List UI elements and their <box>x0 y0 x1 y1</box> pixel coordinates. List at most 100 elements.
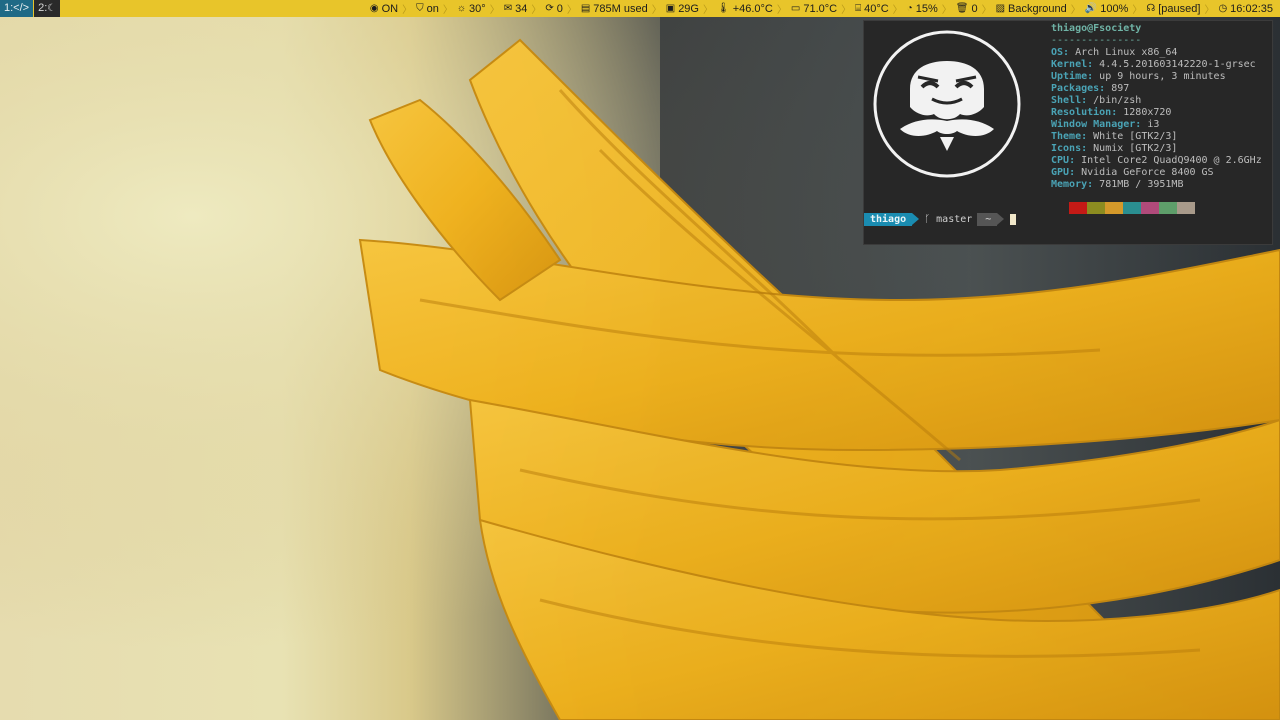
status-hdd-temp[interactable]: ⌸ 40°C <box>852 3 892 15</box>
separator: 〉 <box>1204 5 1215 16</box>
separator: 〉 <box>402 5 413 16</box>
headphones-icon: ☊ <box>1146 2 1156 14</box>
status-memory[interactable]: ▤ 785M used <box>578 3 651 15</box>
info-key: OS <box>1051 47 1064 58</box>
separator: 〉 <box>841 5 852 16</box>
palette-swatch <box>1087 202 1105 214</box>
info-row-os: OS: Arch Linux x86_64 <box>1051 47 1178 58</box>
background-label: Background <box>1008 2 1067 15</box>
separator: 〉 <box>442 5 453 16</box>
status-updates[interactable]: ⟳ 0 <box>542 3 566 15</box>
mail-count: 34 <box>515 2 528 15</box>
info-row-resolution: Resolution: 1280x720 <box>1051 107 1172 118</box>
separator: 〉 <box>981 5 992 16</box>
gpu-temp: 71.0°C <box>803 2 838 15</box>
image-icon: ▨ <box>995 2 1006 14</box>
terminal-window[interactable]: thiago@Fsociety --------------- OS: Arch… <box>863 20 1273 245</box>
palette-swatch <box>1105 202 1123 214</box>
info-key: Shell <box>1051 95 1082 106</box>
status-cpu-temp[interactable]: 🌡 +46.0°C <box>714 3 776 15</box>
updates-count: 0 <box>556 2 563 15</box>
clock-time: 16:02:35 <box>1230 2 1273 15</box>
separator: 〉 <box>1070 5 1081 16</box>
info-value: up 9 hours, 3 minutes <box>1099 71 1226 82</box>
info-row-shell: Shell: /bin/zsh <box>1051 95 1142 106</box>
palette-swatch <box>1159 202 1177 214</box>
separator: 〉 <box>531 5 542 16</box>
cpu-temp: +46.0°C <box>732 2 773 15</box>
workspace-switcher: 1:</> 2:☾ <box>0 0 61 17</box>
info-key: Memory <box>1051 179 1088 190</box>
palette-swatch <box>1069 202 1087 214</box>
status-disk[interactable]: ▣ 29G <box>663 3 702 15</box>
info-key: CPU <box>1051 155 1070 166</box>
info-key: Packages <box>1051 83 1100 94</box>
status-music[interactable]: ☊ [paused] <box>1143 3 1203 15</box>
info-value: /bin/zsh <box>1093 95 1142 106</box>
status-network[interactable]: ◉ ON <box>367 3 401 15</box>
workspace-2-button[interactable]: 2:☾ <box>34 0 61 17</box>
info-key: Resolution <box>1051 107 1112 118</box>
status-cpu-load[interactable]: ◔ 15% <box>904 3 941 15</box>
trash-count: 0 <box>971 2 978 15</box>
shell-prompt[interactable]: thiago ᚴ master ~ <box>864 213 1017 226</box>
status-background[interactable]: ▨ Background <box>993 3 1070 15</box>
memory-icon: ▤ <box>580 2 591 14</box>
system-info: thiago@Fsociety --------------- OS: Arch… <box>1051 23 1262 191</box>
status-gpu-temp[interactable]: ▭ 71.0°C <box>788 3 840 15</box>
separator: 〉 <box>566 5 577 16</box>
volume-level: 100% <box>1100 2 1129 15</box>
separator: 〉 <box>1132 5 1143 16</box>
status-brightness[interactable]: ☼ 30° <box>454 3 489 15</box>
hdd-icon: ⌸ <box>855 2 862 14</box>
info-row-theme: Theme: White [GTK2/3] <box>1051 131 1178 142</box>
status-volume[interactable]: 🔊 100% <box>1082 3 1132 15</box>
info-value: Nvidia GeForce 8400 GS <box>1081 167 1214 178</box>
music-state: [paused] <box>1158 2 1201 15</box>
info-row-uptime: Uptime: up 9 hours, 3 minutes <box>1051 71 1226 82</box>
clock-icon: ◷ <box>1218 2 1228 14</box>
network-state: ON <box>381 2 399 15</box>
trash-icon: 🗑 <box>955 2 969 14</box>
separator: 〉 <box>941 5 952 16</box>
color-palette <box>1069 202 1195 214</box>
info-value: i3 <box>1147 119 1160 130</box>
separator: 〉 <box>489 5 500 16</box>
thermometer-icon: 🌡 <box>716 2 730 14</box>
workspace-1-button[interactable]: 1:</> <box>0 0 34 17</box>
brightness-icon: ☼ <box>456 2 467 14</box>
info-value: 781MB / 3951MB <box>1099 179 1184 190</box>
separator: 〉 <box>651 5 662 16</box>
status-vpn[interactable]: ⛉ on <box>413 3 442 15</box>
separator: 〉 <box>892 5 903 16</box>
info-row-icons: Icons: Numix [GTK2/3] <box>1051 143 1178 154</box>
mail-icon: ✉ <box>503 2 513 14</box>
info-row-memory: Memory: 781MB / 3951MB <box>1051 179 1184 190</box>
text-cursor <box>1010 214 1017 225</box>
info-value: Arch Linux x86_64 <box>1075 47 1178 58</box>
info-key: Window Manager <box>1051 119 1136 130</box>
shield-icon: ⛉ <box>416 2 424 14</box>
info-row-cpu: CPU: Intel Core2 QuadQ9400 @ 2.6GHz <box>1051 155 1262 166</box>
separator: 〉 <box>776 5 787 16</box>
prompt-branch: ᚴ master <box>912 213 977 226</box>
status-mail[interactable]: ✉ 34 <box>501 3 531 15</box>
memory-used: 785M used <box>593 2 648 15</box>
git-branch-icon: ᚴ <box>924 214 937 225</box>
status-clock[interactable]: ◷ 16:02:35 <box>1215 3 1276 15</box>
info-divider: --------------- <box>1051 35 1142 46</box>
user-host: thiago@Fsociety <box>1051 23 1142 34</box>
prompt-dir: ~ <box>977 213 1005 226</box>
vpn-state: on <box>426 2 439 15</box>
info-value: White [GTK2/3] <box>1093 131 1178 142</box>
status-blocks: ◉ ON 〉 ⛉ on 〉 ☼ 30° 〉 ✉ 34 〉 ⟳ 0 〉 ▤ 785M used… <box>367 0 1280 17</box>
info-key: GPU <box>1051 167 1070 178</box>
info-key: Kernel <box>1051 59 1088 70</box>
info-value: 897 <box>1111 83 1130 94</box>
branch-name: master <box>936 214 973 225</box>
prompt-user: thiago <box>864 213 920 226</box>
status-trash[interactable]: 🗑 0 <box>953 3 981 15</box>
workspace-2-label: 2: <box>38 2 48 14</box>
palette-swatch <box>1141 202 1159 214</box>
moon-icon: ☾ <box>47 3 57 14</box>
